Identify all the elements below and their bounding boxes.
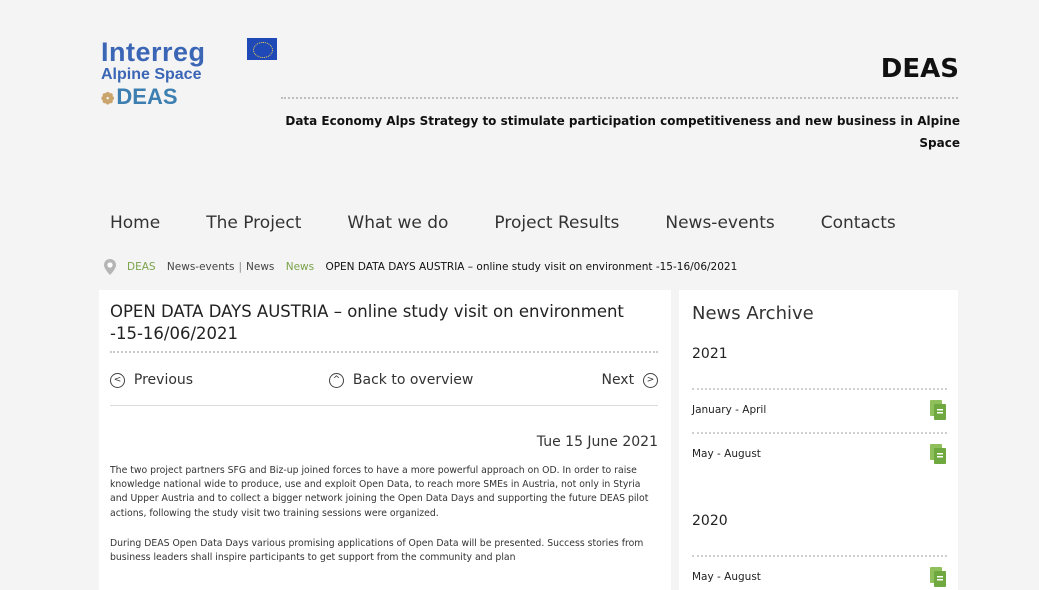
logo-deas-text: DEAS <box>116 84 178 109</box>
article-title: OPEN DATA DAYS AUSTRIA – online study vi… <box>110 302 624 343</box>
article-body: The two project partners SFG and Biz-up … <box>110 464 658 581</box>
breadcrumb-item-news[interactable]: News <box>246 261 274 273</box>
next-label: Next <box>601 372 635 388</box>
archive-divider <box>692 432 947 434</box>
archive-item-2021-jan-apr[interactable]: January - April <box>692 400 947 420</box>
archive-divider <box>692 388 947 390</box>
archive-item-label: January - April <box>692 404 767 416</box>
back-to-overview-button[interactable]: ^ Back to overview <box>329 372 473 388</box>
archive-item-2021-may-aug[interactable]: May - August <box>692 444 947 464</box>
chevron-up-circle-icon: ^ <box>329 372 344 388</box>
article-pager-divider <box>110 405 658 406</box>
logo-fund-line <box>101 116 206 121</box>
archive-divider <box>692 555 947 557</box>
overview-label: Back to overview <box>352 372 474 388</box>
next-button[interactable]: Next > <box>601 372 658 388</box>
previous-label: Previous <box>133 372 194 388</box>
article-panel: OPEN DATA DAYS AUSTRIA – online study vi… <box>99 290 671 590</box>
breadcrumb: DEAS News-events | News News OPEN DATA D… <box>103 258 737 276</box>
article-title-divider <box>110 351 658 353</box>
location-pin-icon <box>104 259 116 275</box>
article-paragraph: During DEAS Open Data Days various promi… <box>110 537 644 564</box>
logo-alpine-space-text: Alpine Space <box>101 66 202 83</box>
archive-year-2021: 2021 <box>692 346 728 362</box>
eu-flag-icon <box>247 38 277 60</box>
breadcrumb-current: OPEN DATA DAYS AUSTRIA – online study vi… <box>325 261 738 273</box>
nav-item-news-events[interactable]: News-events <box>665 213 774 237</box>
archive-year-2020: 2020 <box>692 513 728 529</box>
chevron-right-circle-icon: > <box>643 372 658 388</box>
logo-interreg-text: Interreg <box>101 37 206 67</box>
logo-deas: ❁DEAS <box>101 85 206 112</box>
previous-button[interactable]: < Previous <box>110 372 193 388</box>
article-pager: < Previous ^ Back to overview Next > <box>110 372 658 394</box>
document-icon <box>930 444 946 464</box>
document-icon <box>930 400 946 420</box>
nav-item-contacts[interactable]: Contacts <box>821 213 896 237</box>
document-icon <box>930 567 946 587</box>
nav-item-project-results[interactable]: Project Results <box>494 213 619 237</box>
page: Interreg Alpine Space ❁DEAS DEAS Data Ec… <box>0 0 1039 590</box>
archive-item-label: May - August <box>692 571 761 583</box>
breadcrumb-item-news-green[interactable]: News <box>286 261 314 273</box>
article-date: Tue 15 June 2021 <box>536 434 658 450</box>
archive-item-2020-may-aug[interactable]: May - August <box>692 567 947 587</box>
nav-item-the-project[interactable]: The Project <box>206 213 301 237</box>
deas-emblem-icon: ❁ <box>101 91 115 108</box>
site-title: DEAS <box>880 54 959 84</box>
main-nav: Home The Project What we do Project Resu… <box>110 213 942 237</box>
breadcrumb-item-news-events[interactable]: News-events <box>167 261 235 273</box>
site-tagline: Data Economy Alps Strategy to stimulate … <box>285 114 960 150</box>
article-paragraph: The two project partners SFG and Biz-up … <box>110 465 649 519</box>
breadcrumb-item-deas[interactable]: DEAS <box>127 261 156 273</box>
chevron-left-circle-icon: < <box>110 372 125 388</box>
title-divider <box>281 97 958 99</box>
nav-item-home[interactable]: Home <box>110 213 160 237</box>
site-logo[interactable]: Interreg Alpine Space ❁DEAS <box>101 37 277 121</box>
news-archive-panel: News Archive 2021 January - April May - … <box>679 290 958 590</box>
archive-item-label: May - August <box>692 448 761 460</box>
news-archive-title: News Archive <box>692 303 814 324</box>
nav-item-what-we-do[interactable]: What we do <box>347 213 448 237</box>
